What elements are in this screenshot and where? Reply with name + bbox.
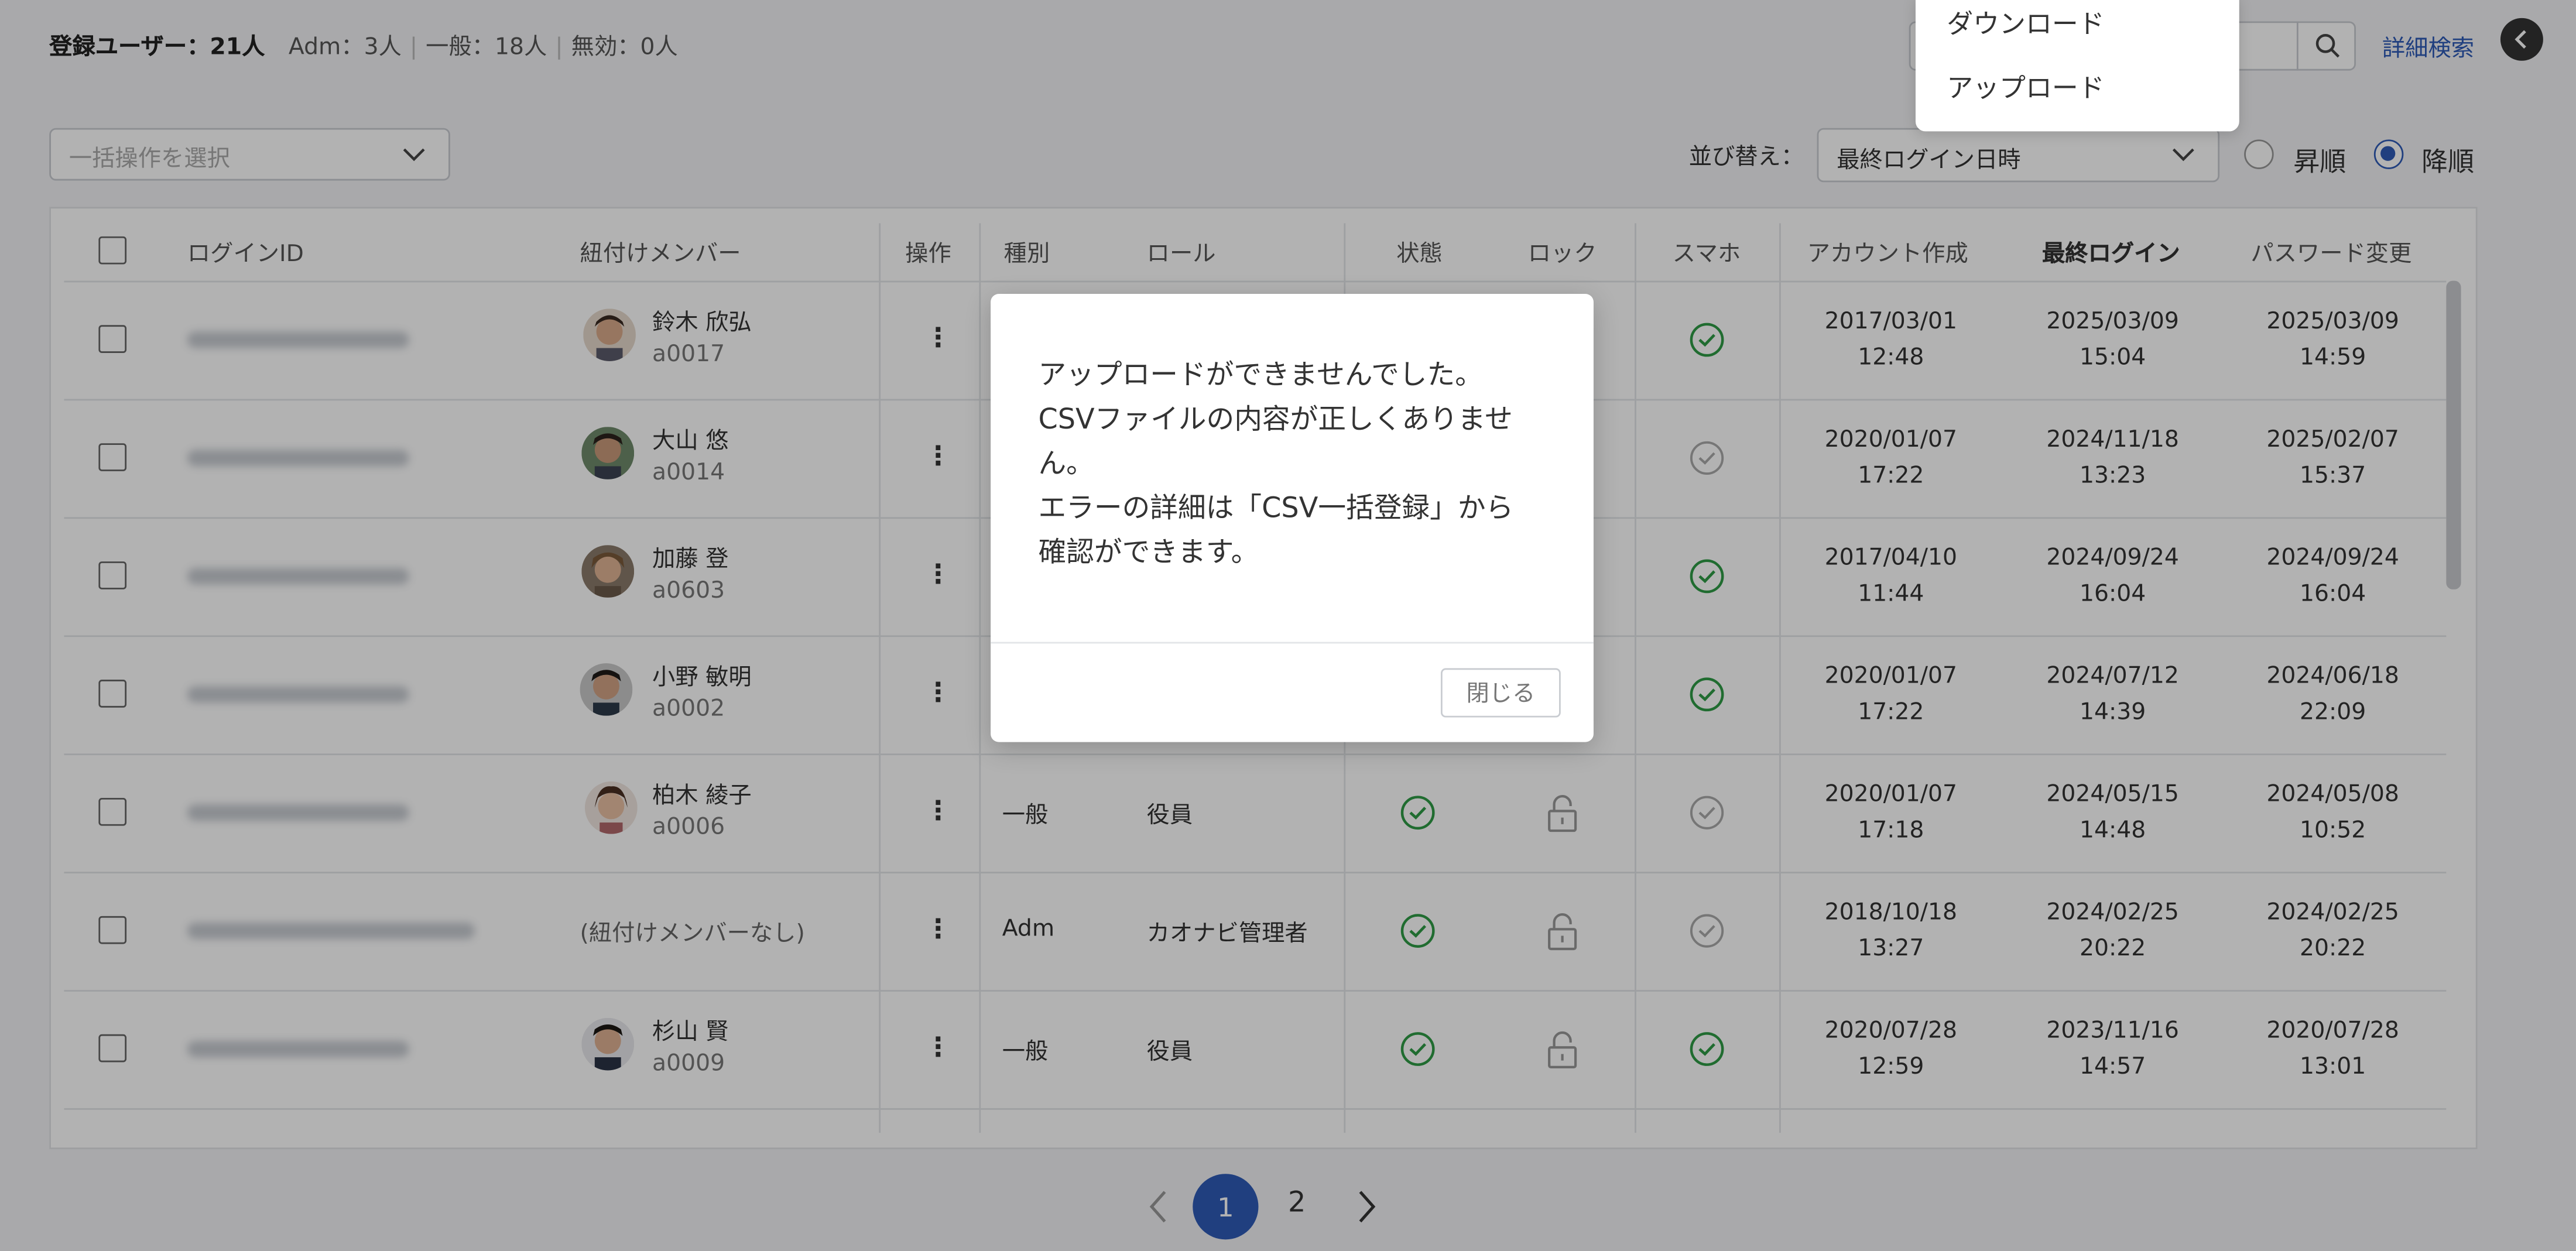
close-button[interactable]: 閉じる [1440, 668, 1561, 718]
user-management-screen: 登録ユーザー：21人 Adm：3人 | 一般：18人 | 無効：0人 詳細検索 一括操作… [0, 0, 2576, 1251]
menu-item-download[interactable]: ダウンロード [1947, 2, 2104, 41]
error-message-line: ん。 [1038, 448, 1094, 481]
error-message-line: 確認ができます。 [1038, 537, 1259, 570]
menu-item-upload[interactable]: アップロード [1947, 66, 2104, 105]
error-message-line: CSVファイルの内容が正しくありませ [1038, 403, 1513, 437]
error-message-line: エラーの詳細は「CSV一括登録」から [1038, 492, 1514, 526]
error-message-line: アップロードができませんでした。 [1038, 359, 1483, 393]
csv-dropdown-menu: ダウンロード アップロード [1915, 0, 2239, 132]
error-message: アップロードができませんでした。 CSVファイルの内容が正しくありませ ん。 エ… [1038, 355, 1551, 577]
dialog-divider [991, 642, 1594, 644]
upload-error-dialog: アップロードができませんでした。 CSVファイルの内容が正しくありませ ん。 エ… [991, 293, 1594, 742]
